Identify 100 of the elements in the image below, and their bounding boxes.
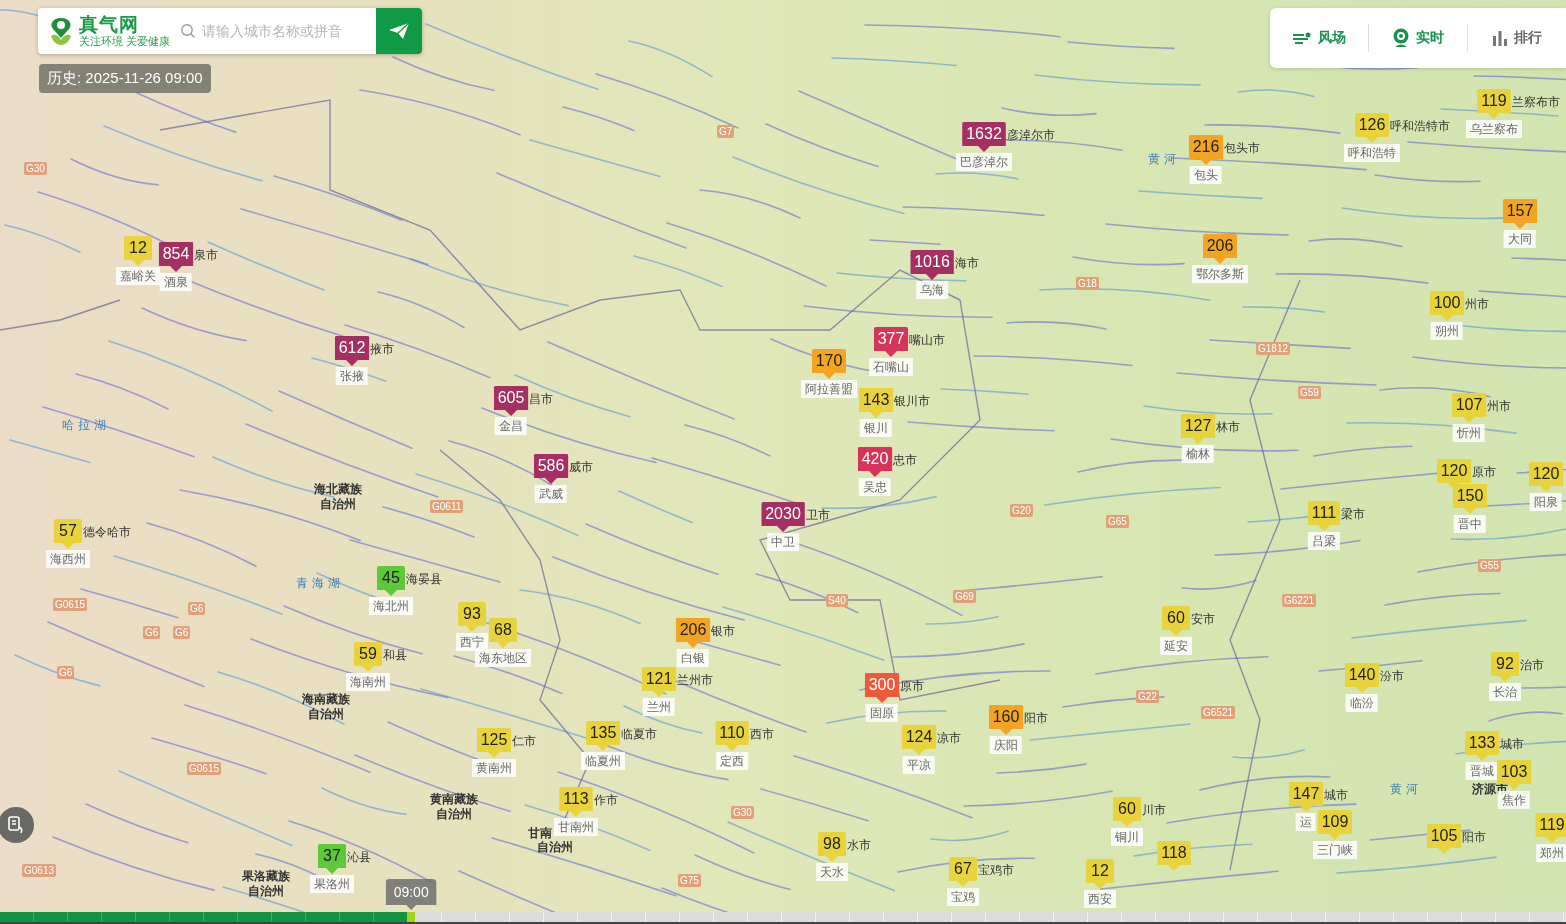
city-name: 掖市 bbox=[369, 341, 395, 358]
logo-tagline: 关注环境 关爱健康 bbox=[79, 36, 171, 47]
layer-tab[interactable]: 风场 bbox=[1270, 20, 1368, 56]
water-name: 青海湖 bbox=[296, 576, 344, 591]
city-label: 吴忠 bbox=[859, 478, 891, 496]
city-label: 海东地区 bbox=[475, 649, 531, 667]
city-label: 白银 bbox=[677, 649, 709, 667]
city-label: 运 bbox=[1296, 813, 1316, 831]
logo-text: 真气网 bbox=[79, 15, 140, 34]
city-label: 晋城 bbox=[1466, 762, 1498, 780]
city-name: 海晏县 bbox=[405, 571, 442, 588]
city-label: 酒泉 bbox=[160, 273, 192, 291]
city-label: 银川 bbox=[860, 419, 892, 437]
timeline-handle[interactable] bbox=[407, 912, 416, 922]
highway-shield: G20 bbox=[1010, 504, 1033, 517]
city-name: 卫市 bbox=[804, 507, 830, 524]
city-label: 呼和浩特 bbox=[1344, 144, 1400, 162]
city-label: 黄南州 bbox=[472, 759, 516, 777]
highway-shield: G6 bbox=[188, 602, 206, 615]
city-label: 甘南州 bbox=[554, 818, 598, 836]
search-input[interactable]: 请输入城市名称或拼音 bbox=[196, 23, 376, 39]
clipboard-icon bbox=[7, 815, 25, 835]
timeline-track[interactable] bbox=[0, 912, 1566, 922]
highway-shield: G0615 bbox=[53, 598, 88, 611]
search-icon bbox=[180, 23, 197, 39]
highway-shield: G6 bbox=[57, 666, 75, 679]
city-name: 林市 bbox=[1215, 419, 1241, 436]
highway-shield: G75 bbox=[678, 874, 701, 887]
layer-tab[interactable]: 排行 bbox=[1468, 20, 1566, 56]
highway-shield: G7 bbox=[717, 125, 735, 138]
city-label: 张掖 bbox=[336, 367, 368, 385]
layer-tab[interactable]: 实时 bbox=[1369, 20, 1467, 56]
city-name: 作市 bbox=[592, 792, 618, 809]
city-label: 嘉峪关 bbox=[116, 267, 160, 285]
city-name: 银市 bbox=[710, 623, 736, 640]
city-label: 鄂尔多斯 bbox=[1192, 265, 1248, 283]
city-label: 果洛州 bbox=[310, 875, 354, 893]
highway-shield: G69 bbox=[953, 590, 976, 603]
city-name: 州市 bbox=[1486, 398, 1512, 415]
city-label: 宝鸡 bbox=[947, 888, 979, 906]
city-label: 榆林 bbox=[1182, 445, 1214, 463]
city-label: 海北州 bbox=[369, 597, 413, 615]
city-name: 泉市 bbox=[193, 247, 219, 264]
city-label: 临汾 bbox=[1346, 694, 1378, 712]
city-name: 治市 bbox=[1519, 657, 1544, 674]
city-name: 临夏市 bbox=[620, 726, 658, 743]
send-button[interactable] bbox=[376, 8, 422, 54]
city-label: 吕梁 bbox=[1308, 532, 1340, 550]
city-name: 水市 bbox=[846, 837, 871, 854]
city-label: 焦作 bbox=[1498, 791, 1530, 809]
city-name: 兰察布市 bbox=[1510, 94, 1560, 111]
city-name: 凉市 bbox=[936, 730, 962, 747]
highway-shield: G6521 bbox=[1201, 706, 1236, 719]
city-name: 德令哈市 bbox=[82, 524, 131, 541]
highway-shield: G30 bbox=[731, 806, 754, 819]
city-label: 定西 bbox=[716, 752, 748, 770]
paper-plane-icon bbox=[388, 22, 410, 40]
city-name: 银川市 bbox=[893, 393, 931, 410]
city-label: 乌兰察布 bbox=[1466, 120, 1522, 138]
city-name: 西市 bbox=[748, 726, 774, 743]
highway-shield: G6221 bbox=[1282, 594, 1317, 607]
city-name: 昌市 bbox=[528, 391, 554, 408]
city-label: 包头 bbox=[1190, 166, 1222, 184]
city-label: 朔州 bbox=[1431, 322, 1463, 340]
city-label: 阿拉善盟 bbox=[801, 380, 857, 398]
water-name: 哈拉湖 bbox=[62, 418, 110, 433]
wind-icon bbox=[1292, 31, 1312, 45]
city-name: 兰州市 bbox=[676, 672, 714, 689]
city-label: 金昌 bbox=[495, 417, 527, 435]
city-label: 乌海 bbox=[916, 281, 948, 299]
highway-shield: G55 bbox=[1478, 559, 1501, 572]
city-name: 城市 bbox=[1499, 736, 1525, 753]
city-search-field[interactable]: 请输入城市名称或拼音 bbox=[176, 8, 376, 54]
city-name: 嘴山市 bbox=[908, 332, 946, 349]
city-label: 阳泉 bbox=[1530, 493, 1562, 511]
city-name: 包头市 bbox=[1223, 140, 1261, 157]
city-name: 州市 bbox=[1464, 296, 1490, 313]
city-name: 梁市 bbox=[1340, 506, 1366, 523]
city-label: 巴彦淖尔 bbox=[956, 153, 1012, 171]
region-name: 海南藏族自治州 bbox=[302, 692, 350, 722]
region-name: 果洛藏族自治州 bbox=[242, 869, 290, 899]
webcam-icon bbox=[1392, 28, 1410, 48]
city-label: 中卫 bbox=[767, 533, 799, 551]
city-label: 天水 bbox=[816, 863, 848, 881]
city-name: 阳市 bbox=[1461, 829, 1487, 846]
highway-shield: G0615 bbox=[187, 762, 222, 775]
city-name: 彦淖尔市 bbox=[1005, 127, 1055, 144]
city-name: 呼和浩特市 bbox=[1389, 118, 1451, 135]
city-label: 长治 bbox=[1489, 683, 1521, 701]
highway-shield: G0611 bbox=[430, 500, 464, 513]
highway-shield: G0613 bbox=[22, 864, 57, 877]
history-time-label: 历史: 2025-11-26 09:00 bbox=[39, 64, 211, 93]
region-name: 海北藏族自治州 bbox=[314, 482, 362, 512]
highway-shield: G1812 bbox=[1256, 342, 1291, 355]
city-label: 固原 bbox=[866, 704, 898, 722]
city-name: 阳市 bbox=[1023, 710, 1049, 727]
city-label: 西宁 bbox=[456, 633, 488, 651]
highway-shield: G22 bbox=[1136, 690, 1159, 703]
city-label: 平凉 bbox=[903, 756, 935, 774]
city-label: 晋中 bbox=[1454, 515, 1486, 533]
